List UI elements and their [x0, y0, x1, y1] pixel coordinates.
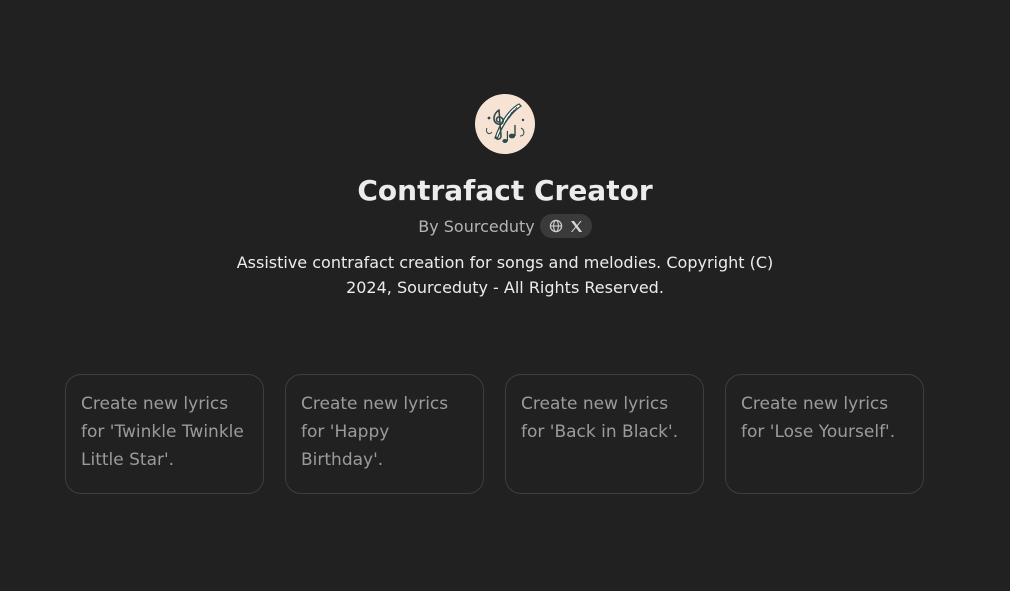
gpt-header: Contrafact Creator By Sourceduty Assisti… [0, 94, 1010, 300]
social-links [539, 214, 592, 238]
music-notes-quill-icon [486, 103, 525, 143]
gpt-title: Contrafact Creator [357, 174, 653, 207]
starter-prompt-card[interactable]: Create new lyrics for 'Happy Birthday'. [285, 374, 484, 494]
gpt-byline: By Sourceduty [418, 213, 592, 239]
gpt-avatar [475, 94, 535, 154]
author-label: By Sourceduty [418, 216, 535, 236]
starter-prompts: Create new lyrics for 'Twinkle Twinkle L… [65, 374, 924, 494]
x-logo-icon[interactable] [570, 220, 583, 233]
starter-prompt-card[interactable]: Create new lyrics for 'Back in Black'. [505, 374, 704, 494]
starter-prompt-card[interactable]: Create new lyrics for 'Twinkle Twinkle L… [65, 374, 264, 494]
globe-icon[interactable] [549, 219, 563, 233]
gpt-description: Assistive contrafact creation for songs … [236, 253, 774, 297]
starter-prompt-card[interactable]: Create new lyrics for 'Lose Yourself'. [725, 374, 924, 494]
gpt-landing-page: Contrafact Creator By Sourceduty Assisti… [0, 0, 1010, 591]
